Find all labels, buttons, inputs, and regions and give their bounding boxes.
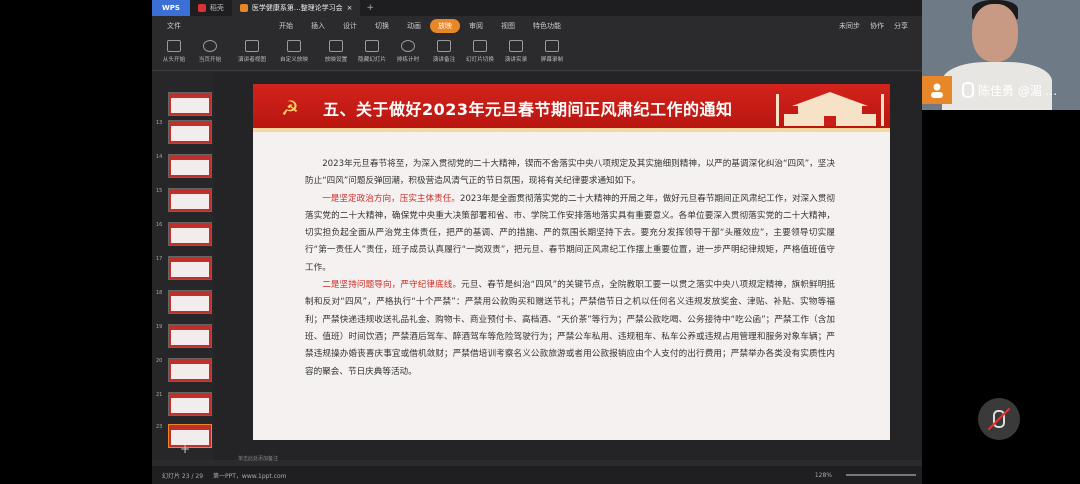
- add-slide-icon[interactable]: +: [180, 442, 190, 456]
- slide-thumbnail[interactable]: [168, 358, 212, 382]
- slide-thumbnail[interactable]: [168, 120, 212, 144]
- paragraph-one: 一是坚定政治方向，压实主体责任。2023年是全面贯彻落实党的二十大精神的开局之年…: [305, 191, 835, 277]
- slide-number: 15: [156, 188, 163, 194]
- wps-logo[interactable]: WPS: [152, 0, 190, 16]
- slide-thumbnail[interactable]: [168, 290, 212, 314]
- play-from-start-button[interactable]: 从头开始: [156, 36, 192, 63]
- zoom-level[interactable]: 128%: [815, 472, 832, 479]
- zoom-slider[interactable]: [846, 474, 916, 476]
- highlight-heading: 二是坚持问题导向，严守纪律底线。: [322, 280, 462, 291]
- menu-insert[interactable]: 插入: [302, 21, 334, 31]
- ppt-file-icon: [239, 4, 248, 12]
- user-avatar-icon: [922, 76, 952, 104]
- hide-slide-icon: [365, 40, 379, 52]
- paragraph-text: 元旦、春节是纠治“四风”的关键节点，全院教职工要一以贯之落实中央八项规定精神，旗…: [305, 280, 835, 377]
- menu-features[interactable]: 特色功能: [524, 21, 570, 31]
- collaborate-button[interactable]: 协作: [870, 21, 884, 31]
- party-emblem-icon: ☭: [281, 96, 299, 120]
- slide-title[interactable]: 五、关于做好2023年元旦春节期间正风肃纪工作的通知: [323, 96, 733, 120]
- slide-thumbnail[interactable]: [168, 154, 212, 178]
- timer-icon: [401, 40, 415, 52]
- menu-slideshow[interactable]: 放映: [430, 19, 460, 33]
- theme-name: 第一PPT，www.1ppt.com: [213, 472, 287, 480]
- docer-icon: [197, 4, 206, 12]
- notes-placeholder[interactable]: 单击此处添加备注: [238, 455, 278, 462]
- paragraph-intro: 2023年元旦春节将至，为深入贯彻党的二十大精神，锲而不舍落实中央八项规定及其实…: [305, 159, 835, 187]
- banner-stripe: [253, 128, 890, 132]
- transition-icon: [473, 40, 487, 52]
- menu-file[interactable]: 文件: [158, 21, 190, 31]
- menu-review[interactable]: 审阅: [460, 21, 492, 31]
- slide-number: 21: [156, 392, 163, 398]
- menu-transition[interactable]: 切换: [366, 21, 398, 31]
- slide-number: 17: [156, 256, 163, 262]
- menu-bar: 文件 开始 插入 设计 切换 动画 放映 审阅 视图 特色功能 未同步 协作 分…: [152, 16, 922, 36]
- screen-record-icon: [545, 40, 559, 52]
- presenter-icon: [245, 40, 259, 52]
- slide-thumbnail[interactable]: [168, 92, 212, 116]
- tab-document[interactable]: 医学健康系第...整理论学习会 ×: [231, 0, 361, 16]
- record-icon: [509, 40, 523, 52]
- sync-status[interactable]: 未同步: [839, 21, 860, 31]
- wps-window: WPS 稻壳 医学健康系第...整理论学习会 × + 文件 开始 插入 设计 切…: [152, 0, 922, 484]
- screen-record-button[interactable]: 屏幕录制: [534, 36, 570, 63]
- slide-thumbnail[interactable]: [168, 188, 212, 212]
- paragraph-two: 二是坚持问题导向，严守纪律底线。元旦、春节是纠治“四风”的关键节点，全院教职工要…: [305, 277, 835, 381]
- custom-show-button[interactable]: 自定义放映: [276, 36, 312, 63]
- menu-right: 未同步 协作 分享: [839, 21, 922, 31]
- status-bar: 幻灯片 23 / 29 第一PPT，www.1ppt.com 128%: [152, 466, 922, 484]
- menu-design[interactable]: 设计: [334, 21, 366, 31]
- slide[interactable]: ☭ 五、关于做好2023年元旦春节期间正风肃纪工作的通知 2023年元旦春节将至…: [253, 84, 890, 440]
- show-settings-button[interactable]: 放映设置: [318, 36, 354, 63]
- slide-number: 20: [156, 358, 163, 364]
- slide-number: 18: [156, 290, 163, 296]
- participant-name: 陈佳勇 @湄 ...: [978, 83, 1058, 98]
- tab-docer[interactable]: 稻壳: [190, 0, 232, 16]
- menu-home[interactable]: 开始: [270, 21, 302, 31]
- presenter-view-button[interactable]: 演讲者视图: [234, 36, 270, 63]
- menu-animation[interactable]: 动画: [398, 21, 430, 31]
- slide-number: 16: [156, 222, 163, 228]
- slide-thumbnail[interactable]: [168, 324, 212, 348]
- hide-slide-button[interactable]: 隐藏幻灯片: [354, 36, 390, 63]
- slide-thumbnail[interactable]: [168, 256, 212, 280]
- slide-number: 23: [156, 424, 163, 430]
- slide-number: 14: [156, 154, 163, 160]
- close-icon[interactable]: ×: [347, 4, 353, 12]
- rehearse-timing-button[interactable]: 排练计时: [390, 36, 426, 63]
- slide-number: 13: [156, 120, 163, 126]
- speaker-notes-button[interactable]: 演讲备注: [426, 36, 462, 63]
- slide-thumbnail[interactable]: [168, 392, 212, 416]
- play-current-button[interactable]: 当页开始: [192, 36, 228, 63]
- slide-canvas[interactable]: ☭ 五、关于做好2023年元旦春节期间正风肃纪工作的通知 2023年元旦春节将至…: [214, 72, 922, 460]
- highlight-heading: 一是坚定政治方向，压实主体责任。: [322, 193, 460, 204]
- slide-body-text[interactable]: 2023年元旦春节将至，为深入贯彻党的二十大精神，锲而不舍落实中央八项规定及其实…: [305, 156, 835, 381]
- custom-show-icon: [287, 40, 301, 52]
- tiananmen-gate-icon: [776, 92, 884, 126]
- slide-thumbnail[interactable]: [168, 222, 212, 246]
- microphone-icon: [962, 82, 974, 98]
- settings-icon: [329, 40, 343, 52]
- webcam-label: 陈佳勇 @湄 ...: [922, 76, 1080, 104]
- mute-button[interactable]: [978, 398, 1020, 440]
- tab-label: 医学健康系第...整理论学习会: [251, 4, 343, 12]
- ribbon: 从头开始 当页开始 演讲者视图 自定义放映 放映设置 隐藏幻灯片 排练计时 演讲…: [152, 36, 922, 71]
- share-button[interactable]: 分享: [894, 21, 908, 31]
- slide-thumbnails-panel[interactable]: 13 14 15 16 17 18 19 20 21 23 +: [152, 72, 214, 460]
- play-icon: [167, 40, 181, 52]
- slide-number: 19: [156, 324, 163, 330]
- notes-icon: [437, 40, 451, 52]
- title-bar: WPS 稻壳 医学健康系第...整理论学习会 × +: [152, 0, 922, 16]
- play-circle-icon: [203, 40, 217, 52]
- slide-count: 幻灯片 23 / 29: [162, 472, 204, 480]
- tab-label: 稻壳: [209, 4, 224, 12]
- new-tab-icon[interactable]: +: [366, 3, 374, 13]
- speech-record-button[interactable]: 演讲实录: [498, 36, 534, 63]
- paragraph-text: 2023年是全面贯彻落实党的二十大精神的开局之年，做好元旦春节期间正风肃纪工作，…: [305, 193, 835, 273]
- slide-banner: ☭ 五、关于做好2023年元旦春节期间正风肃纪工作的通知: [253, 84, 890, 132]
- menu-view[interactable]: 视图: [492, 21, 524, 31]
- slide-transition-button[interactable]: 幻灯片切换: [462, 36, 498, 63]
